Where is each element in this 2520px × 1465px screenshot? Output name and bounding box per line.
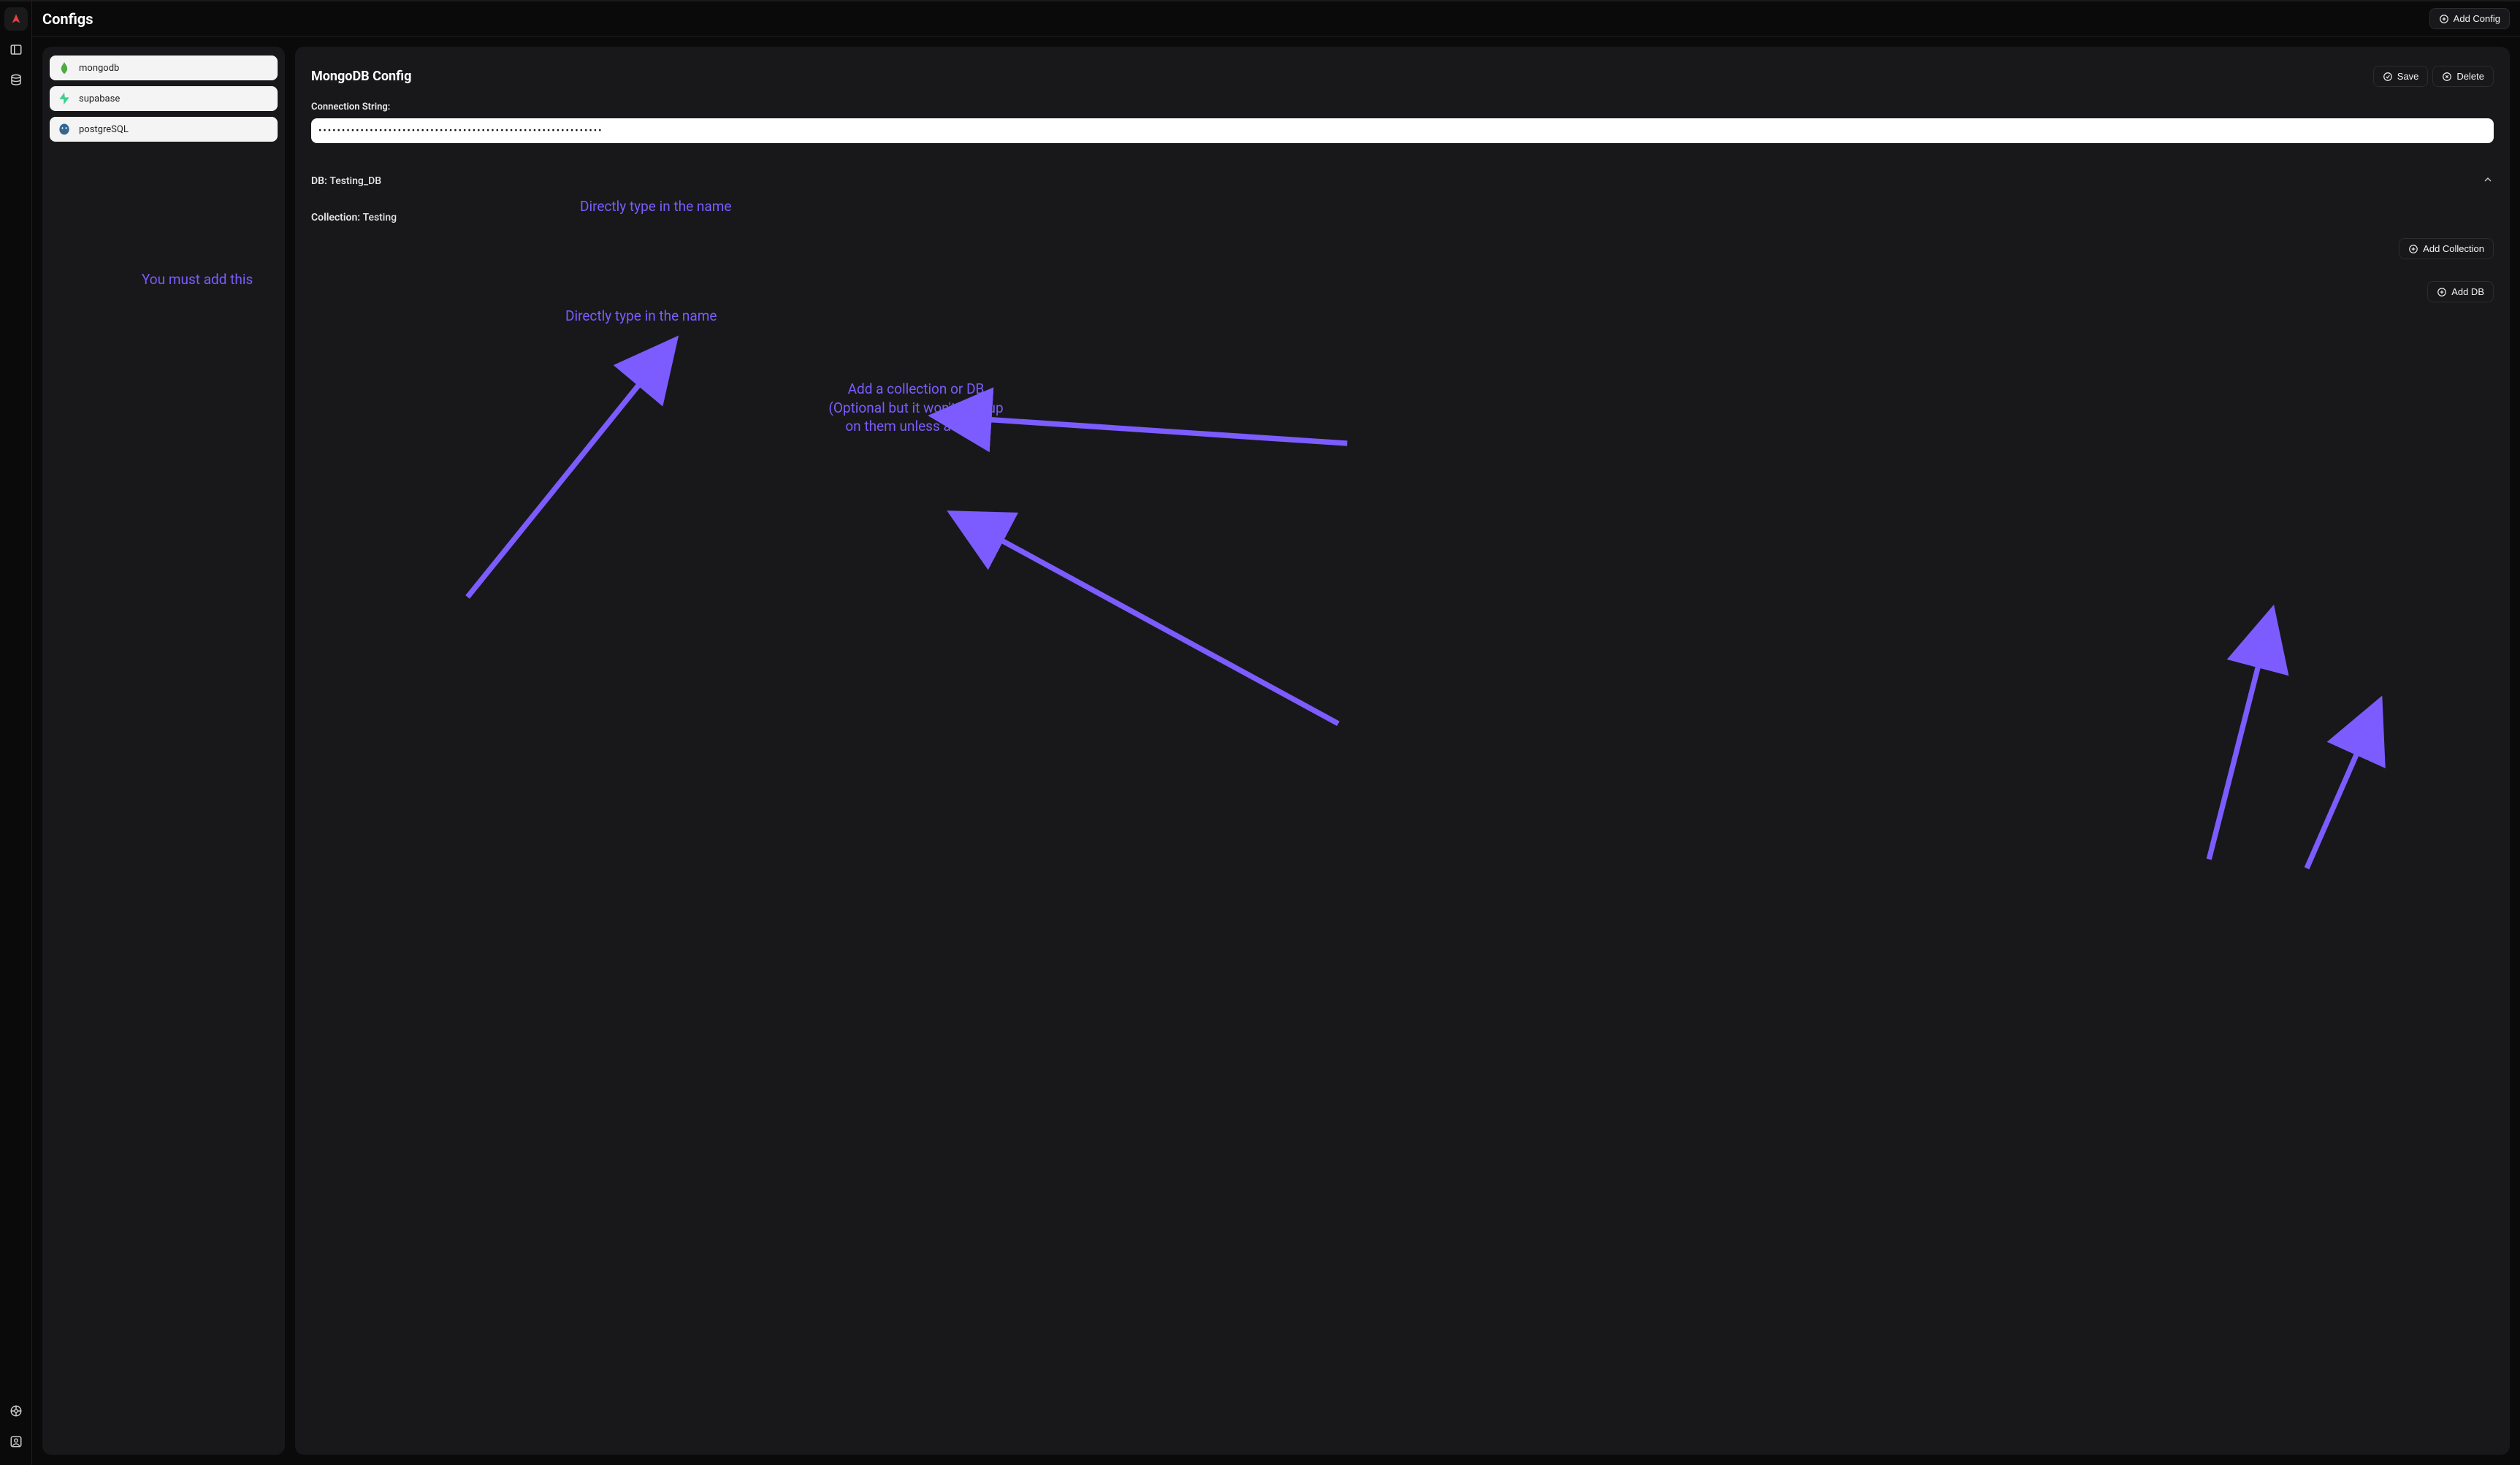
detail-title: MongoDB Config: [311, 69, 411, 84]
x-circle-icon: [2442, 72, 2452, 82]
postgres-icon: [57, 122, 72, 137]
add-config-button[interactable]: Add Config: [2429, 8, 2510, 29]
collection-name-value[interactable]: Testing: [363, 212, 397, 223]
config-list-panel: mongodb supabase postgreSQL: [42, 47, 285, 1455]
db-name-value[interactable]: Testing_DB: [329, 175, 381, 187]
config-item-mongodb[interactable]: mongodb: [50, 56, 278, 80]
help-icon: [9, 1404, 23, 1418]
page-header: Configs Add Config: [32, 1, 2520, 37]
delete-button[interactable]: Delete: [2432, 66, 2494, 87]
plus-circle-icon: [2408, 244, 2418, 254]
nav-profile[interactable]: [4, 1430, 28, 1453]
config-item-postgresql[interactable]: postgreSQL: [50, 117, 278, 142]
nav-help[interactable]: [4, 1399, 28, 1423]
db-row[interactable]: DB: Testing_DB: [311, 174, 2494, 188]
config-detail-panel: MongoDB Config Save Delete Connection St…: [295, 47, 2510, 1455]
plus-circle-icon: [2437, 287, 2447, 297]
nav-database[interactable]: [4, 69, 28, 92]
supabase-icon: [57, 91, 72, 106]
chevron-up-icon[interactable]: [2482, 174, 2494, 188]
page-title: Configs: [42, 10, 93, 28]
database-icon: [9, 74, 23, 87]
connection-string-label: Connection String:: [311, 102, 2494, 112]
config-item-label: postgreSQL: [79, 124, 129, 135]
config-item-supabase[interactable]: supabase: [50, 86, 278, 111]
collection-prefix: Collection:: [311, 212, 363, 223]
save-button[interactable]: Save: [2373, 66, 2429, 87]
nav-panels[interactable]: [4, 38, 28, 61]
db-prefix: DB:: [311, 175, 329, 187]
nav-rail: [0, 1, 32, 1465]
add-db-button[interactable]: Add DB: [2427, 281, 2494, 302]
profile-icon: [9, 1435, 23, 1448]
collection-row[interactable]: Collection: Testing: [311, 212, 2494, 223]
plus-circle-icon: [2439, 14, 2449, 24]
mongodb-icon: [57, 61, 72, 75]
config-item-label: mongodb: [79, 63, 119, 74]
logo-icon: [10, 13, 22, 25]
check-circle-icon: [2383, 72, 2393, 82]
config-item-label: supabase: [79, 93, 120, 104]
connection-string-input[interactable]: [311, 118, 2494, 143]
add-collection-button[interactable]: Add Collection: [2399, 238, 2494, 259]
panel-icon: [9, 43, 23, 56]
app-logo[interactable]: [4, 7, 28, 31]
